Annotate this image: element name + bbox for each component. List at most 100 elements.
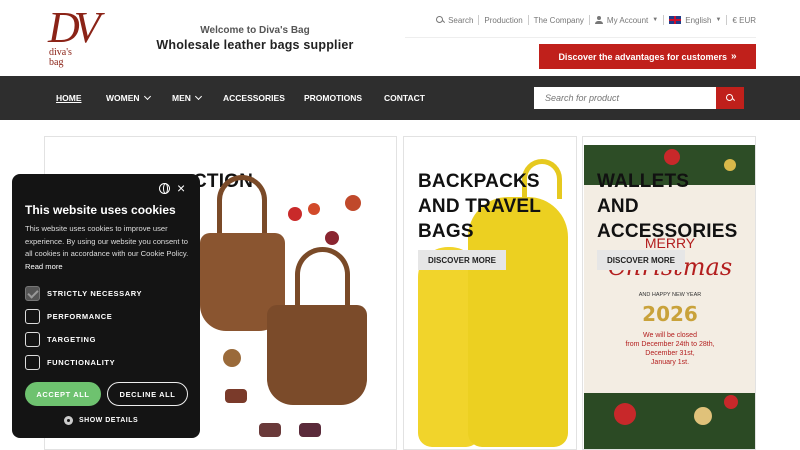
topnav-account[interactable]: My Account ▼ [594,15,659,25]
ornament-image [614,403,636,425]
cookie-title: This website uses cookies [25,203,176,217]
search-icon [726,94,734,102]
closed-notice-line: from December 24th to 28th, [625,341,715,348]
logo-monogram: DV [48,3,101,52]
nav-women-label: WOMEN [106,93,140,103]
divider [726,15,728,25]
product-search-input[interactable] [534,87,716,109]
nav-home[interactable]: HOME [56,93,82,103]
globe-icon[interactable] [159,183,170,194]
accept-all-button[interactable]: ACCEPT ALL [25,382,101,406]
topnav-company[interactable]: The Company [534,16,584,25]
decline-all-button[interactable]: DECLINE ALL [107,382,188,406]
cookie-consent-dialog: × This website uses cookies This website… [12,174,200,438]
checkbox[interactable] [25,286,40,301]
divider [663,15,665,25]
heart-keyring-image [325,231,339,245]
heart-keyring-image [345,195,361,211]
ornament-image [724,395,738,409]
wallets-card[interactable]: MERRY Christmas AND HAPPY NEW YEAR 2026 … [582,136,756,450]
discover-more-button[interactable]: DISCOVER MORE [597,250,686,270]
topnav-language-label: English [685,15,712,25]
top-utility-nav: Search Production The Company My Account… [436,13,756,27]
discover-more-button[interactable]: DISCOVER MORE [418,250,507,270]
cookie-option-performance[interactable]: PERFORMANCE [25,309,112,324]
divider [588,15,590,25]
topnav-account-label: My Account [606,15,649,25]
cta-label: Discover the advantages for customers [558,51,727,62]
chevron-down-icon [143,92,151,101]
nav-contact[interactable]: CONTACT [384,93,425,103]
nav-promotions[interactable]: PROMOTIONS [304,93,362,103]
topnav-search-label: Search [448,15,474,25]
dog-keyring-image [225,389,247,403]
caret-down-icon: ▼ [652,17,659,23]
close-icon[interactable]: × [177,181,185,195]
xmas-year-text: 2026 [642,302,698,326]
closed-notice-line: We will be closed [643,332,697,339]
show-details-button[interactable]: SHOW DETAILS [64,416,138,425]
uk-flag-icon [669,16,682,24]
divider [478,15,480,25]
site-header: DV diva's bag Welcome to Diva's Bag Whol… [0,0,800,76]
double-chevron-icon: » [731,51,737,62]
ornament-image [664,149,680,165]
search-icon [436,16,444,24]
tagline: Wholesale leather bags supplier [156,38,354,52]
title-line: WALLETS [597,171,690,192]
user-icon [594,16,603,24]
title-line: BAGS [418,221,474,242]
backpacks-card-title: BACKPACKS AND TRAVEL BAGS [418,169,541,244]
clover-keyring-image [223,349,241,367]
cookie-option-targeting[interactable]: TARGETING [25,332,96,347]
dog-keyring-image [299,423,321,437]
heart-keyring-image [288,207,302,221]
nav-accessories[interactable]: ACCESSORIES [223,93,285,103]
chevron-down-icon [194,92,202,101]
nav-men[interactable]: MEN [172,92,202,103]
topnav-currency[interactable]: € EUR [732,16,756,25]
topnav-language[interactable]: English ▼ [669,16,721,25]
header-divider [405,37,756,38]
closed-notice-line: December 31st, [645,350,695,357]
checkbox[interactable] [25,309,40,324]
cookie-option-strictly-necessary[interactable]: STRICTLY NECESSARY [25,286,142,301]
option-label: FUNCTIONALITY [47,358,116,367]
topnav-company-label: The Company [533,15,584,25]
divider [527,15,529,25]
title-line: AND TRAVEL [418,196,542,217]
option-label: TARGETING [47,335,97,344]
nav-women[interactable]: WOMEN [106,92,151,103]
read-more-link[interactable]: Read more [25,262,63,271]
nav-men-label: MEN [172,93,191,103]
welcome-text: Welcome to Diva's Bag [200,25,310,36]
logo-text-line2: bag [49,57,64,68]
closed-notice-line: January 1st. [650,359,690,366]
title-line: BACKPACKS [418,171,540,192]
cookie-body-text: This website uses cookies to improve use… [25,224,189,258]
checkbox[interactable] [25,355,40,370]
topnav-production-label: Production [484,15,523,25]
option-label: STRICTLY NECESSARY [47,289,143,298]
customer-advantages-button[interactable]: Discover the advantages for customers » [539,44,756,69]
cookie-option-functionality[interactable]: FUNCTIONALITY [25,355,115,370]
backpacks-card[interactable]: BACKPACKS AND TRAVEL BAGS DISCOVER MORE [403,136,577,450]
search-submit-button[interactable] [716,87,744,109]
topnav-production[interactable]: Production [484,16,522,25]
topnav-search[interactable]: Search [436,16,473,25]
xmas-newyear-text: AND HAPPY NEW YEAR [638,292,702,298]
gift-box-image [694,407,712,425]
show-details-label: SHOW DETAILS [79,417,139,424]
cookie-body: This website uses cookies to improve use… [25,223,195,273]
brown-bag-image [267,305,367,405]
topnav-currency-label: € EUR [732,15,756,25]
wallets-card-title: WALLETS AND ACCESSORIES [597,169,738,244]
title-line: AND [597,196,639,217]
logo-wordmark: diva's bag [49,48,72,68]
title-line: ACCESSORIES [597,221,738,242]
heart-keyring-image [308,203,320,215]
logo[interactable]: DV diva's bag [48,3,101,70]
checkbox[interactable] [25,332,40,347]
dog-keyring-image [259,423,281,437]
caret-down-icon: ▼ [715,17,722,23]
